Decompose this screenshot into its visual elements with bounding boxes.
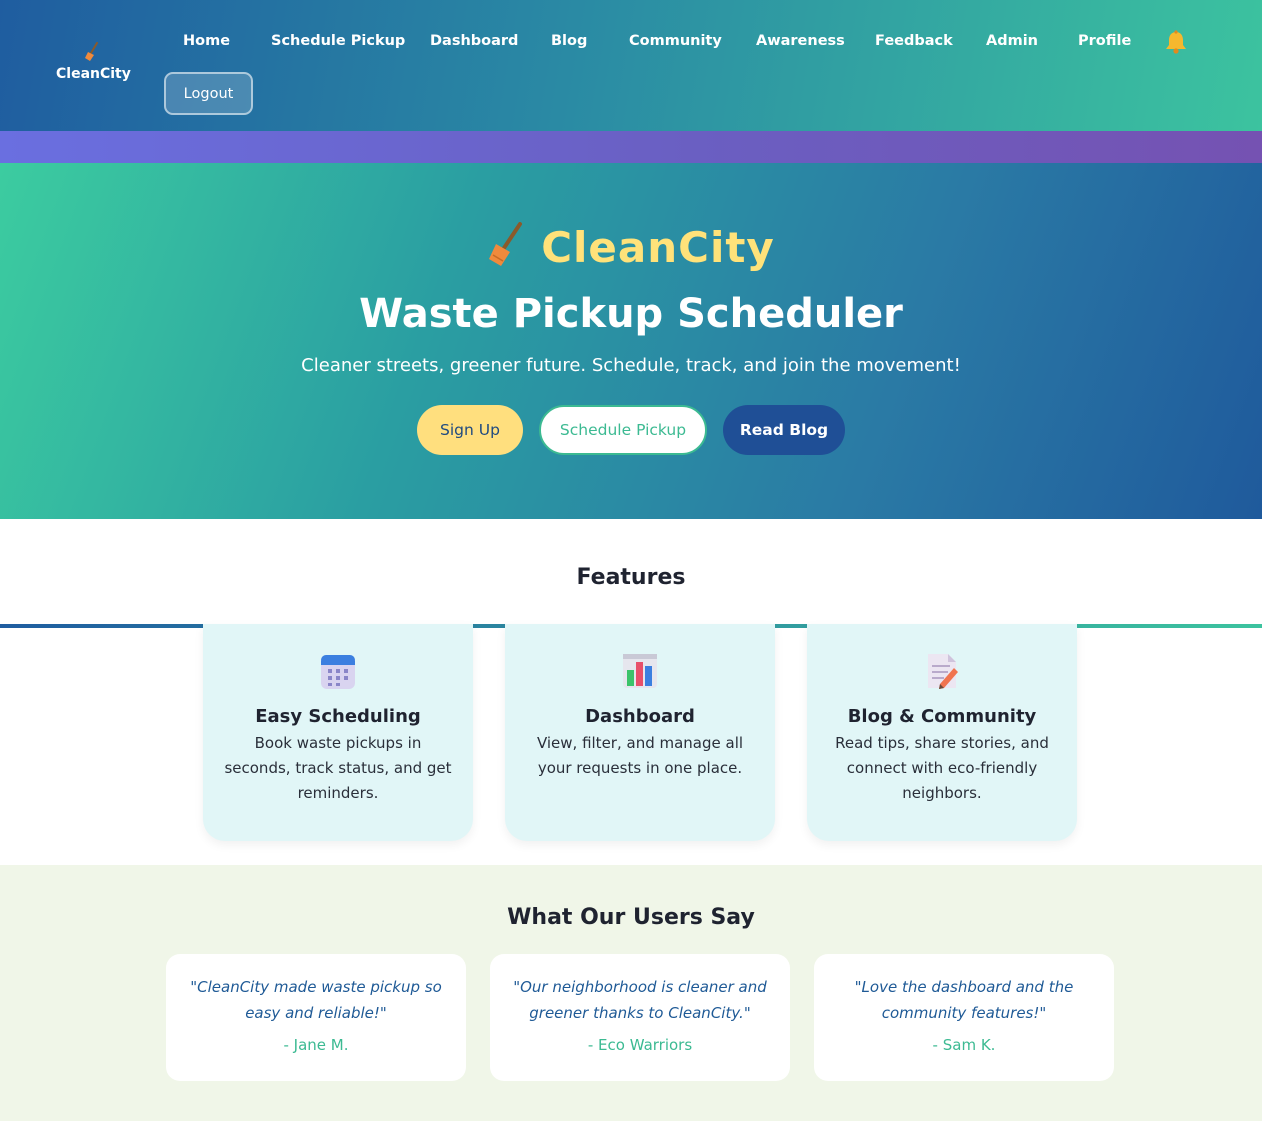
testimonials-title: What Our Users Say bbox=[507, 905, 755, 930]
hero: CleanCity Waste Pickup Scheduler Cleaner… bbox=[0, 163, 1262, 519]
testimonial-quote: "Love the dashboard and the community fe… bbox=[854, 978, 1074, 1022]
schedule-pickup-button[interactable]: Schedule Pickup bbox=[539, 405, 707, 455]
testimonial-card: "Love the dashboard and the community fe… bbox=[814, 954, 1114, 1081]
testimonial-card: "Our neighborhood is cleaner and greener… bbox=[490, 954, 790, 1081]
feature-title: Dashboard bbox=[585, 706, 695, 727]
nav-admin[interactable]: Admin bbox=[986, 28, 1038, 54]
testimonial-author: - Jane M. bbox=[283, 1036, 349, 1054]
feature-card-scheduling: Easy Scheduling Book waste pickups in se… bbox=[203, 624, 473, 841]
hero-subtitle: Cleaner streets, greener future. Schedul… bbox=[301, 355, 961, 376]
accent-stripe bbox=[0, 131, 1262, 163]
features-title: Features bbox=[576, 565, 686, 590]
nav-links: Home Schedule Pickup Dashboard Blog Comm… bbox=[160, 28, 1202, 54]
calendar-icon bbox=[203, 652, 473, 692]
testimonial-quote: "Our neighborhood is cleaner and greener… bbox=[513, 978, 767, 1022]
broom-icon bbox=[487, 222, 525, 272]
testimonial-author: - Sam K. bbox=[932, 1036, 996, 1054]
read-blog-button[interactable]: Read Blog bbox=[723, 405, 845, 455]
memo-icon bbox=[807, 652, 1077, 692]
hero-title: Waste Pickup Scheduler bbox=[359, 291, 903, 337]
nav-brand[interactable]: CleanCity bbox=[56, 42, 131, 82]
hero-brand: CleanCity bbox=[0, 219, 1262, 275]
feature-desc: Book waste pickups in seconds, track sta… bbox=[224, 734, 452, 802]
feature-title: Easy Scheduling bbox=[255, 706, 421, 727]
feature-card-blog-community: Blog & Community Read tips, share storie… bbox=[807, 624, 1077, 841]
nav-awareness[interactable]: Awareness bbox=[756, 28, 845, 54]
logout-button[interactable]: Logout bbox=[164, 72, 253, 115]
features-section: Features Easy Scheduling Book waste pick… bbox=[0, 519, 1262, 865]
testimonial-card: "CleanCity made waste pickup so easy and… bbox=[166, 954, 466, 1081]
feature-title: Blog & Community bbox=[847, 706, 1037, 727]
testimonials-section: What Our Users Say "CleanCity made waste… bbox=[0, 865, 1262, 1121]
testimonial-quote: "CleanCity made waste pickup so easy and… bbox=[190, 978, 442, 1022]
nav-schedule-pickup[interactable]: Schedule Pickup bbox=[271, 28, 405, 54]
feature-card-dashboard: Dashboard View, filter, and manage all y… bbox=[505, 624, 775, 841]
nav-blog[interactable]: Blog bbox=[551, 28, 587, 54]
nav-community[interactable]: Community bbox=[629, 28, 722, 54]
hero-brand-name: CleanCity bbox=[541, 222, 775, 272]
navbar: CleanCity Home Schedule Pickup Dashboard… bbox=[0, 0, 1262, 131]
broom-icon bbox=[56, 42, 128, 62]
nav-dashboard[interactable]: Dashboard bbox=[430, 28, 518, 54]
bell-icon[interactable] bbox=[1163, 29, 1189, 55]
bar-chart-icon bbox=[505, 652, 775, 692]
nav-home[interactable]: Home bbox=[183, 28, 230, 54]
testimonial-author: - Eco Warriors bbox=[587, 1036, 693, 1054]
nav-brand-name: CleanCity bbox=[56, 66, 131, 82]
feature-desc: View, filter, and manage all your reques… bbox=[536, 734, 744, 777]
nav-feedback[interactable]: Feedback bbox=[875, 28, 953, 54]
feature-desc: Read tips, share stories, and connect wi… bbox=[835, 734, 1049, 802]
signup-button[interactable]: Sign Up bbox=[417, 405, 523, 455]
nav-profile[interactable]: Profile bbox=[1078, 28, 1131, 54]
hero-buttons: Sign Up Schedule Pickup Read Blog bbox=[0, 405, 1262, 455]
